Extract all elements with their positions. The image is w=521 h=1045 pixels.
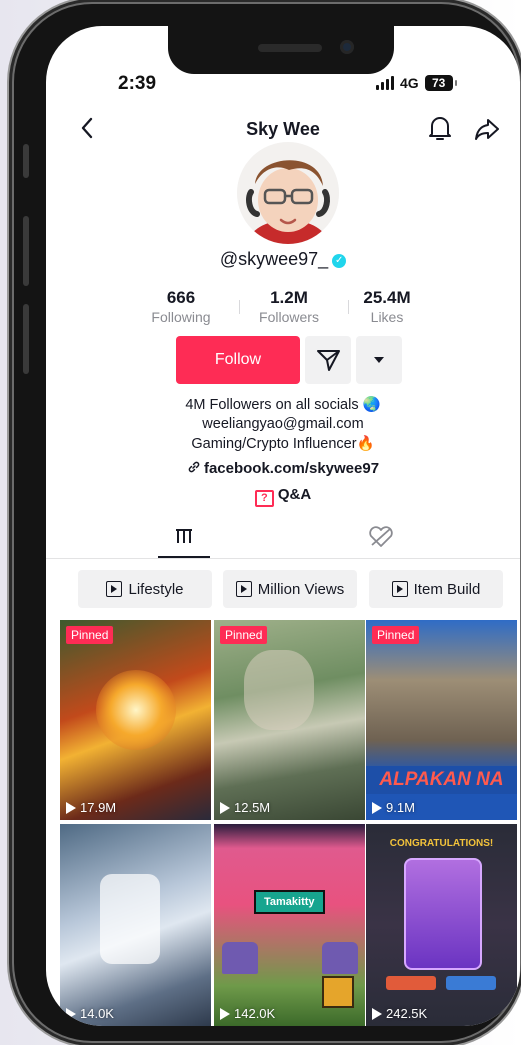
view-count-text: 14.0K xyxy=(80,1006,114,1021)
hidden-likes-icon[interactable] xyxy=(368,526,394,548)
stat-divider xyxy=(239,300,240,314)
follow-button[interactable]: Follow xyxy=(176,336,300,384)
network-type: 4G xyxy=(400,75,419,91)
pinned-badge: Pinned xyxy=(66,626,114,644)
avatar[interactable] xyxy=(237,142,339,244)
stat-value: 666 xyxy=(166,288,196,307)
video-overlay-text: Tamakitty xyxy=(254,890,325,914)
video-overlay-text: ALPAKAN NA xyxy=(366,766,517,794)
play-icon xyxy=(66,801,76,814)
camera-icon xyxy=(340,40,354,54)
view-count: 14.0K xyxy=(66,1006,114,1021)
notch xyxy=(168,26,394,74)
battery-icon: 73 xyxy=(424,75,457,91)
caret-down-icon xyxy=(374,357,384,363)
share-icon[interactable] xyxy=(474,116,500,142)
suggestions-dropdown-button[interactable] xyxy=(356,336,402,384)
stat-followers[interactable]: 1.2M Followers xyxy=(244,288,334,325)
username-text: @skywee97_ xyxy=(219,249,329,269)
screen: 2:39 4G 73 Sky Wee @skywee97_ ✓ 666 Foll… xyxy=(46,26,520,1026)
pinned-badge: Pinned xyxy=(372,626,420,644)
bio-link[interactable]: facebook.com/skywee97 xyxy=(46,460,520,477)
message-button[interactable] xyxy=(305,336,351,384)
playlist-label: Item Build xyxy=(413,580,481,598)
view-count-text: 17.9M xyxy=(80,800,117,815)
send-icon xyxy=(317,350,340,371)
video-thumbnail[interactable]: ALPAKAN NA Pinned 9.1M xyxy=(366,620,517,820)
stat-value: 25.4M xyxy=(363,288,411,307)
playlist-lifestyle[interactable]: Lifestyle xyxy=(78,570,212,608)
video-thumbnail[interactable]: Pinned 12.5M xyxy=(214,620,365,820)
playlist-icon xyxy=(235,581,252,597)
volume-up-button xyxy=(23,216,29,286)
status-indicators: 4G 73 xyxy=(376,75,457,91)
stat-label: Likes xyxy=(370,309,404,325)
view-count-text: 142.0K xyxy=(234,1006,276,1021)
bio-line: weeliangyao@gmail.com xyxy=(202,416,364,432)
view-count-text: 9.1M xyxy=(386,800,415,815)
content-tabs xyxy=(46,518,520,559)
link-icon xyxy=(188,461,200,473)
video-thumbnail[interactable]: 14.0K xyxy=(60,824,211,1026)
video-thumbnail[interactable]: Pinned 17.9M xyxy=(60,620,211,820)
qa-button[interactable]: ? Q&A xyxy=(46,486,520,507)
video-thumbnail[interactable]: Tamakitty 142.0K xyxy=(214,824,365,1026)
view-count-text: 12.5M xyxy=(234,800,271,815)
bio-link-text: facebook.com/skywee97 xyxy=(203,460,380,477)
video-overlay-text: CONGRATULATIONS! xyxy=(389,838,494,849)
play-icon xyxy=(220,801,230,814)
pinned-badge: Pinned xyxy=(220,626,268,644)
bio-line: Gaming/Crypto Influencer🔥 xyxy=(191,436,375,452)
grid-icon xyxy=(176,529,192,543)
stats-row: 666 Following 1.2M Followers 25.4M Likes xyxy=(136,288,436,332)
username: @skywee97_ ✓ xyxy=(46,249,520,270)
bio-line: 4M Followers on all socials 🌏 xyxy=(185,397,381,413)
bell-icon[interactable] xyxy=(427,114,453,142)
video-thumbnail[interactable]: CONGRATULATIONS! 242.5K xyxy=(366,824,517,1026)
playlist-label: Million Views xyxy=(257,580,345,598)
playlist-item-build[interactable]: Item Build xyxy=(369,570,503,608)
phone-frame: 2:39 4G 73 Sky Wee @skywee97_ ✓ 666 Foll… xyxy=(14,4,520,1041)
view-count: 9.1M xyxy=(372,800,415,815)
view-count: 142.0K xyxy=(220,1006,275,1021)
volume-down-button xyxy=(23,304,29,374)
view-count: 12.5M xyxy=(220,800,270,815)
status-time: 2:39 xyxy=(118,73,157,94)
speaker xyxy=(258,44,322,52)
playlist-icon xyxy=(391,581,408,597)
stat-value: 1.2M xyxy=(270,288,308,307)
verified-badge-icon: ✓ xyxy=(332,254,347,268)
playlist-icon xyxy=(106,581,123,597)
tab-videos[interactable] xyxy=(158,518,210,558)
play-icon xyxy=(66,1007,76,1020)
signal-icon xyxy=(376,76,394,90)
playlist-million-views[interactable]: Million Views xyxy=(223,570,357,608)
play-icon xyxy=(372,1007,382,1020)
view-count: 17.9M xyxy=(66,800,116,815)
view-count-text: 242.5K xyxy=(386,1006,428,1021)
stat-label: Followers xyxy=(259,309,319,325)
question-icon: ? xyxy=(254,490,274,507)
play-icon xyxy=(372,801,382,814)
play-icon xyxy=(220,1007,230,1020)
stat-likes[interactable]: 25.4M Likes xyxy=(342,288,432,325)
stat-label: Following xyxy=(151,309,211,325)
view-count: 242.5K xyxy=(372,1006,427,1021)
qa-label: Q&A xyxy=(277,486,312,503)
stat-following[interactable]: 666 Following xyxy=(136,288,226,325)
mute-switch xyxy=(23,144,29,178)
playlist-label: Lifestyle xyxy=(128,580,184,598)
